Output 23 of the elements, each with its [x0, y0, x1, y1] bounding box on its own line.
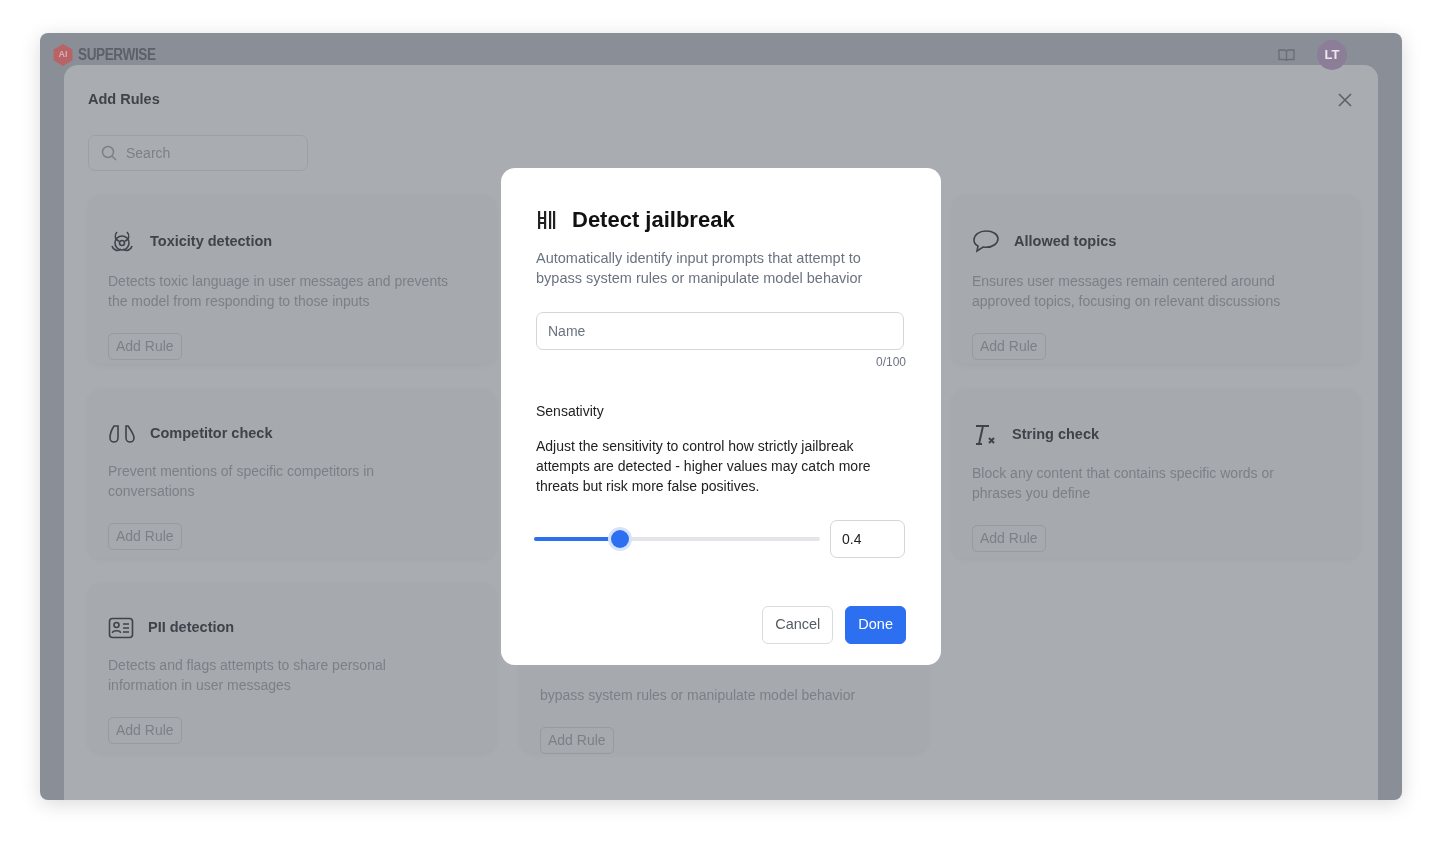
done-button[interactable]: Done	[845, 606, 906, 644]
search-icon	[101, 144, 117, 161]
id-card-icon	[108, 616, 134, 639]
chat-bubble-icon	[972, 228, 1000, 255]
rule-title: Allowed topics	[1014, 231, 1117, 251]
rule-title: Competitor check	[150, 423, 273, 443]
name-field[interactable]: Name	[536, 312, 904, 350]
rule-title: Toxicity detection	[150, 231, 273, 251]
value-field[interactable]: 0.4	[830, 520, 905, 558]
barrier-icon	[536, 209, 556, 230]
slider-thumb[interactable]	[610, 530, 629, 548]
dialog-description: Automatically identify input prompts that attempt to bypass system rules or manipulate model behavior	[536, 249, 864, 288]
panel-title: Add Rules	[88, 90, 160, 109]
section-description: Adjust the sensitivity to control how strictly jailbreak attempts are detected - higher values may catch more threats but risk more false positives.	[536, 437, 872, 496]
close-icon[interactable]	[1338, 92, 1352, 107]
user-avatar[interactable]: LT	[1317, 40, 1347, 70]
character-counter: 0/100	[874, 354, 906, 371]
dialog-title: Detect jailbreak	[572, 206, 735, 234]
cancel-button[interactable]: Cancel	[762, 606, 834, 644]
rule-title: PII detection	[148, 617, 235, 637]
logo-badge: AI	[52, 44, 74, 66]
rule-title: String check	[1012, 424, 1100, 444]
section-label: Sensativity	[536, 402, 605, 421]
